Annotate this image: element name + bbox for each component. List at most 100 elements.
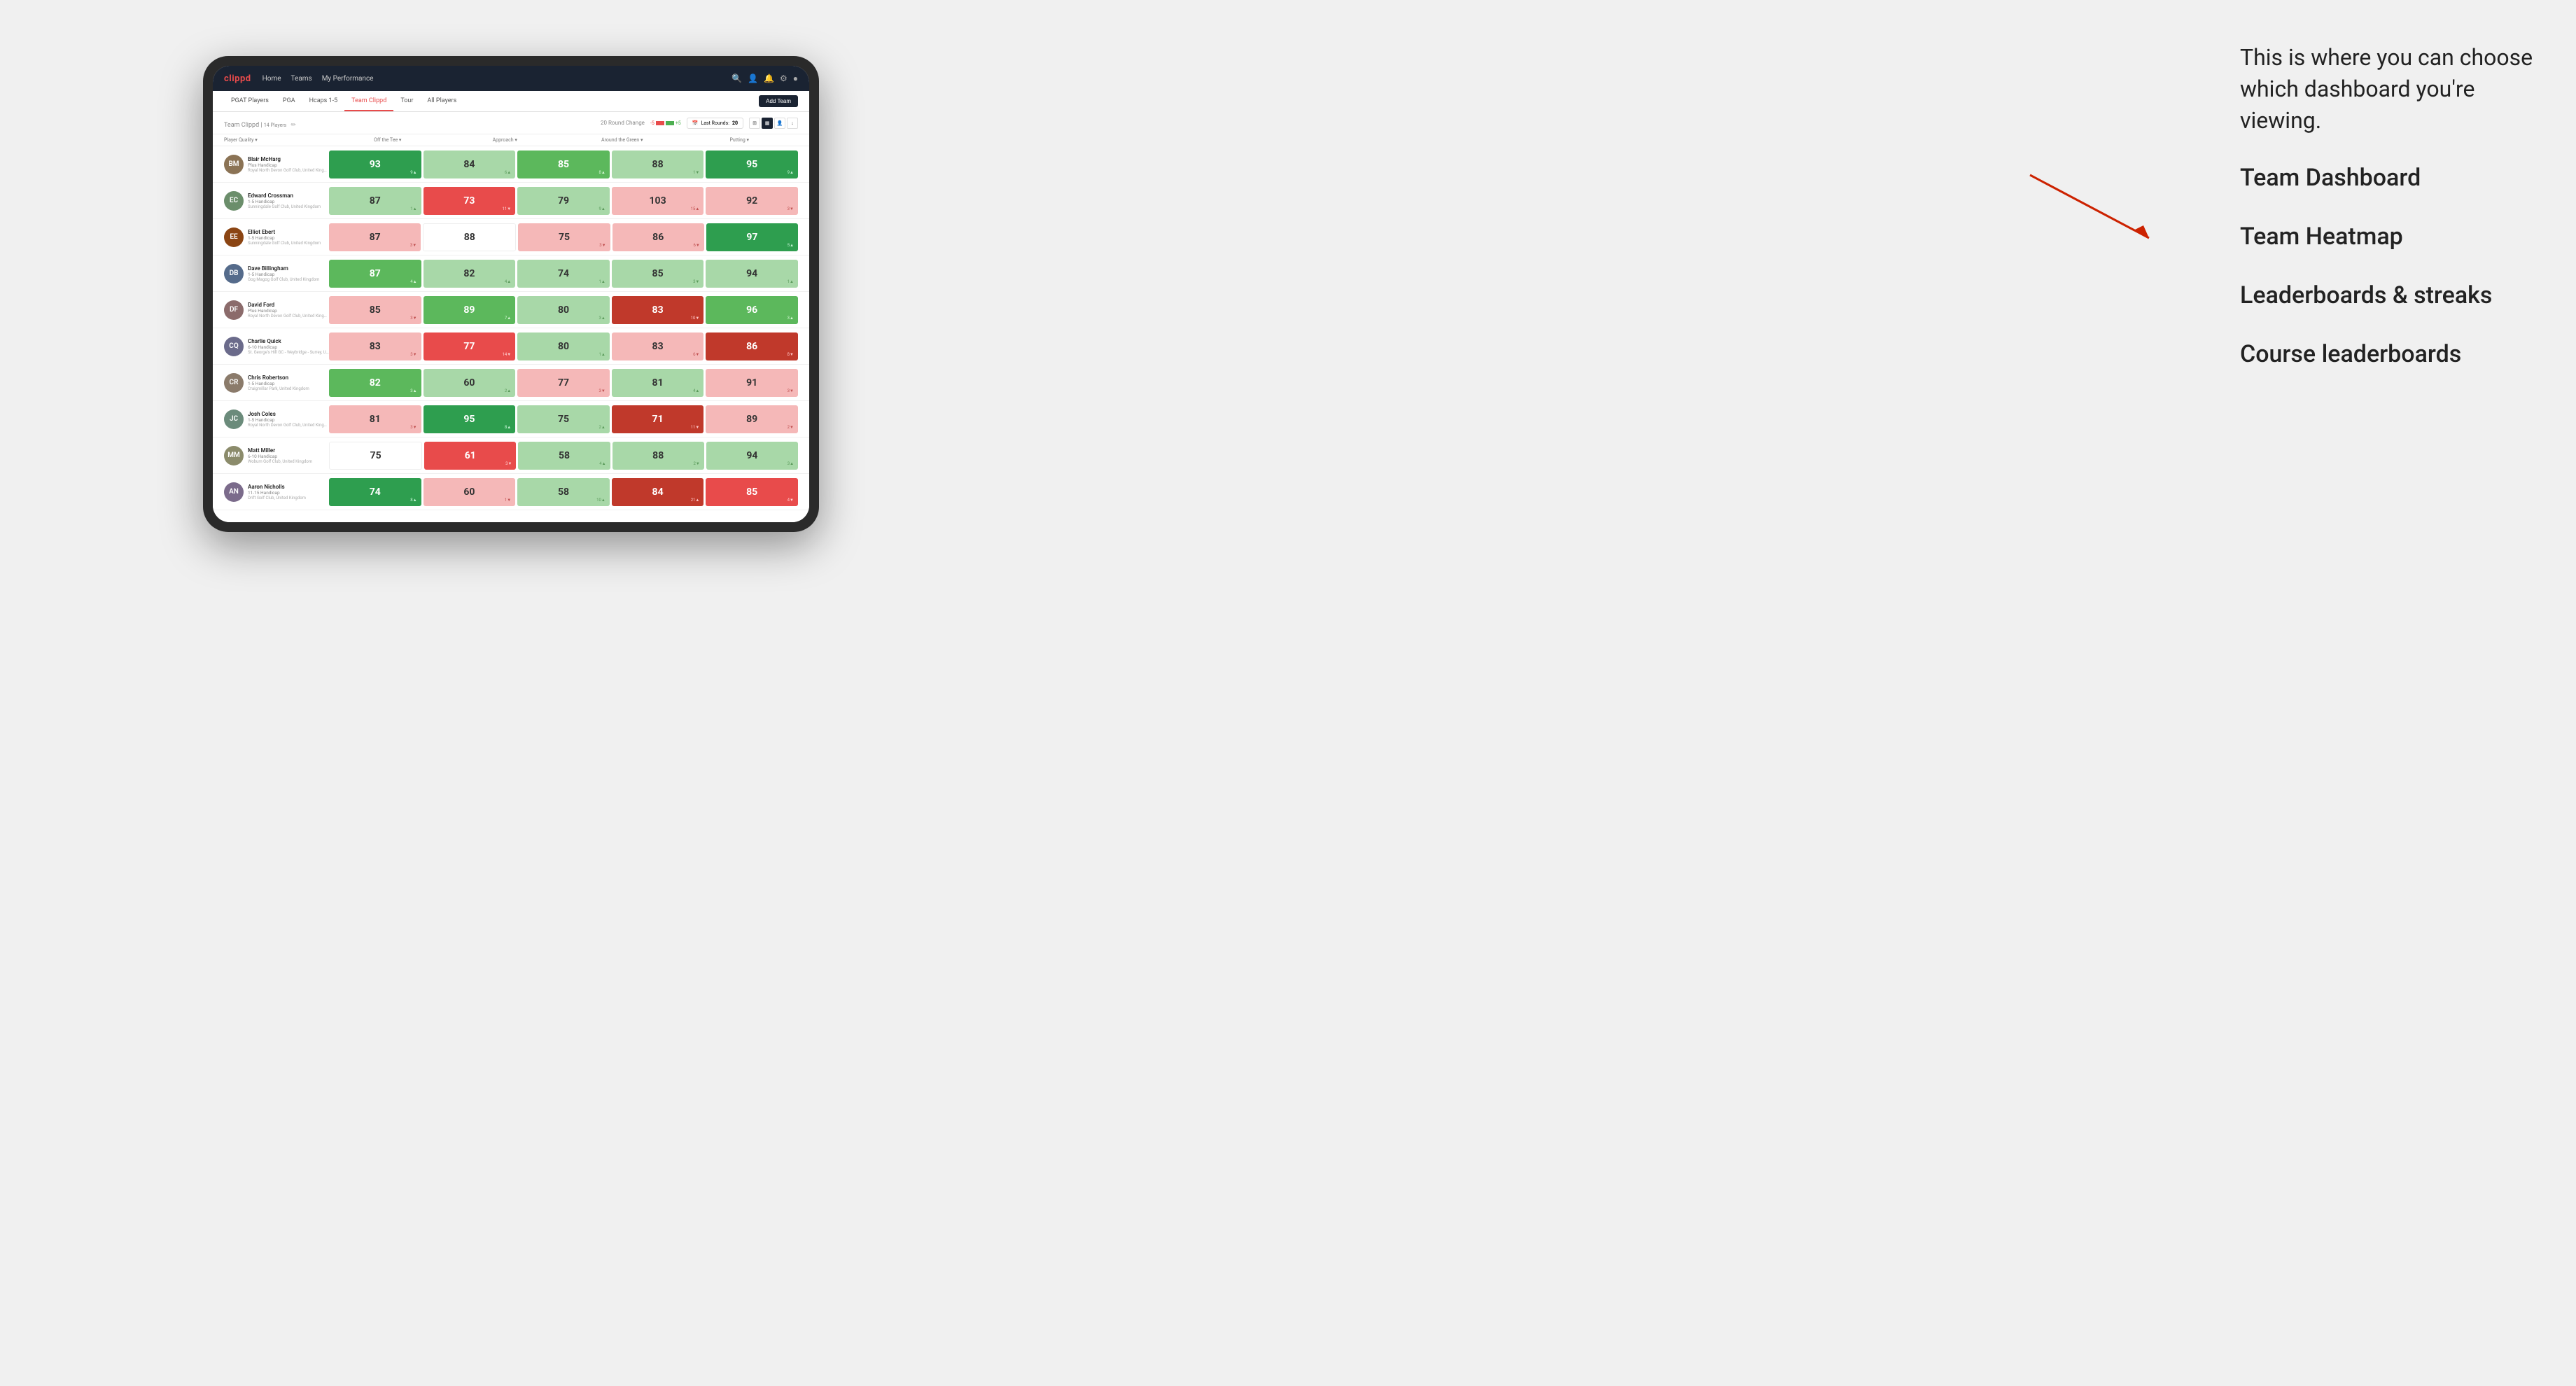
metric-cell: 8421▲ xyxy=(612,478,704,506)
player-info-0: Blair McHargPlus HandicapRoyal North Dev… xyxy=(248,156,329,173)
metric-value: 95 xyxy=(746,159,757,170)
tab-pga[interactable]: PGA xyxy=(276,91,302,111)
app-logo[interactable]: clippd xyxy=(224,74,251,84)
metric-value: 83 xyxy=(652,341,664,352)
metric-cell: 748▲ xyxy=(329,478,421,506)
col-header-player[interactable]: Player Quality ▾ xyxy=(224,137,329,143)
settings-icon[interactable]: ⚙ xyxy=(780,74,788,83)
metric-change: 3▼ xyxy=(788,206,794,211)
metric-change: 3▲ xyxy=(410,388,416,393)
metric-change: 3▲ xyxy=(788,316,794,321)
player-handicap: 1-5 Handicap xyxy=(248,272,329,277)
metric-cell: 752▲ xyxy=(517,405,610,433)
metrics-cells-2: 873▼88753▼866▼975▲ xyxy=(329,223,798,251)
metric-cell: 874▲ xyxy=(329,260,421,288)
metric-value: 60 xyxy=(463,486,475,498)
metric-cell: 871▲ xyxy=(329,187,421,215)
tab-tour[interactable]: Tour xyxy=(393,91,420,111)
table-row[interactable]: ECEdward Crossman1-5 HandicapSunningdale… xyxy=(213,183,809,219)
col-header-putting[interactable]: Putting ▾ xyxy=(681,137,799,143)
player-cell-7: JCJosh Coles1-5 HandicapRoyal North Devo… xyxy=(224,410,329,429)
player-info-2: Elliot Ebert1-5 HandicapSunningdale Golf… xyxy=(248,229,329,246)
metric-cell: 963▲ xyxy=(706,296,798,324)
table-row[interactable]: CQCharlie Quick6-10 HandicapSt. George's… xyxy=(213,328,809,365)
player-handicap: Plus Handicap xyxy=(248,162,329,168)
user-avatar-icon[interactable]: ● xyxy=(793,74,798,83)
metric-change: 5▲ xyxy=(788,243,794,248)
table-body: BMBlair McHargPlus HandicapRoyal North D… xyxy=(213,146,809,522)
metric-cell: 913▼ xyxy=(706,369,798,397)
metric-cell: 892▼ xyxy=(706,405,798,433)
table-row[interactable]: DFDavid FordPlus HandicapRoyal North Dev… xyxy=(213,292,809,328)
tab-hcaps[interactable]: Hcaps 1-5 xyxy=(302,91,345,111)
metric-change: 3▼ xyxy=(410,425,416,430)
table-row[interactable]: EEElliot Ebert1-5 HandicapSunningdale Go… xyxy=(213,219,809,255)
tab-pgat-players[interactable]: PGAT Players xyxy=(224,91,276,111)
metrics-cells-5: 833▼7714▼801▲836▼868▼ xyxy=(329,332,798,360)
nav-my-performance[interactable]: My Performance xyxy=(322,75,374,83)
player-name: Edward Crossman xyxy=(248,192,329,199)
player-club: Sunningdale Golf Club, United Kingdom xyxy=(248,241,329,246)
col-header-off-tee[interactable]: Off the Tee ▾ xyxy=(329,137,447,143)
player-cell-3: DBDave Billingham1-5 HandicapGog Magog G… xyxy=(224,264,329,284)
metric-change: 3▼ xyxy=(410,243,416,248)
tab-team-clippd[interactable]: Team Clippd xyxy=(344,91,393,111)
nav-bar: clippd Home Teams My Performance 🔍 👤 🔔 ⚙… xyxy=(213,66,809,91)
table-row[interactable]: CRChris Robertson1-5 HandicapCraigmillar… xyxy=(213,365,809,401)
grid-view-icon[interactable]: ⊞ xyxy=(749,118,760,129)
nav-teams[interactable]: Teams xyxy=(291,75,312,83)
metric-value: 91 xyxy=(746,377,757,388)
metric-change: 1▼ xyxy=(505,498,511,503)
metric-change: 11▼ xyxy=(503,206,512,211)
player-cell-1: ECEdward Crossman1-5 HandicapSunningdale… xyxy=(224,191,329,211)
player-club: Gog Magog Golf Club, United Kingdom xyxy=(248,277,329,282)
nav-left: clippd Home Teams My Performance xyxy=(224,74,373,84)
table-row[interactable]: BMBlair McHargPlus HandicapRoyal North D… xyxy=(213,146,809,183)
metric-change: 11▼ xyxy=(691,425,700,430)
table-row[interactable]: MMMatt Miller6-10 HandicapWoburn Golf Cl… xyxy=(213,438,809,474)
player-club: Sunningdale Golf Club, United Kingdom xyxy=(248,204,329,209)
col-header-around-green[interactable]: Around the Green ▾ xyxy=(564,137,681,143)
player-cell-8: MMMatt Miller6-10 HandicapWoburn Golf Cl… xyxy=(224,446,329,465)
nav-home[interactable]: Home xyxy=(262,75,281,83)
metric-value: 84 xyxy=(652,486,664,498)
table-row[interactable]: ANAaron Nicholls11-15 HandicapDrift Golf… xyxy=(213,474,809,510)
bell-icon[interactable]: 🔔 xyxy=(764,74,774,83)
player-name: Blair McHarg xyxy=(248,156,329,162)
metric-cell: 836▼ xyxy=(612,332,704,360)
col-header-approach[interactable]: Approach ▾ xyxy=(447,137,564,143)
table-view-icon[interactable]: ▦ xyxy=(762,118,773,129)
metric-cell: 10315▲ xyxy=(612,187,704,215)
person-view-icon[interactable]: 👤 xyxy=(774,118,785,129)
add-team-button[interactable]: Add Team xyxy=(759,95,798,107)
table-row[interactable]: DBDave Billingham1-5 HandicapGog Magog G… xyxy=(213,255,809,292)
metric-cell: 8310▼ xyxy=(612,296,704,324)
download-icon[interactable]: ↓ xyxy=(787,118,798,129)
metric-change: 14▼ xyxy=(503,352,512,357)
metric-cell: 5810▲ xyxy=(517,478,610,506)
metric-value: 97 xyxy=(746,232,757,243)
person-icon[interactable]: 👤 xyxy=(748,74,758,83)
metric-value: 79 xyxy=(558,195,569,206)
metric-change: 9▲ xyxy=(788,170,794,175)
metric-change: 8▲ xyxy=(505,425,511,430)
metrics-cells-0: 939▲846▲858▲881▼959▲ xyxy=(329,150,798,178)
metric-value: 60 xyxy=(463,377,475,388)
metric-change: 1▲ xyxy=(598,279,605,284)
metric-cell: 854▼ xyxy=(706,478,798,506)
metric-value: 92 xyxy=(746,195,757,206)
search-icon[interactable]: 🔍 xyxy=(732,74,742,83)
table-row[interactable]: JCJosh Coles1-5 HandicapRoyal North Devo… xyxy=(213,401,809,438)
tab-all-players[interactable]: All Players xyxy=(420,91,463,111)
metric-change: 1▼ xyxy=(693,170,699,175)
player-info-1: Edward Crossman1-5 HandicapSunningdale G… xyxy=(248,192,329,209)
metric-change: 3▲ xyxy=(598,316,605,321)
tablet-frame: clippd Home Teams My Performance 🔍 👤 🔔 ⚙… xyxy=(203,56,819,532)
sub-nav-links: PGAT Players PGA Hcaps 1-5 Team Clippd T… xyxy=(224,91,463,111)
player-cell-0: BMBlair McHargPlus HandicapRoyal North D… xyxy=(224,155,329,174)
avatar: EE xyxy=(224,227,244,247)
metric-change: 8▲ xyxy=(410,498,416,503)
metric-change: 3▼ xyxy=(410,352,416,357)
last-rounds-button[interactable]: 📅 Last Rounds: 20 xyxy=(687,118,743,129)
metric-cell: 801▲ xyxy=(517,332,610,360)
